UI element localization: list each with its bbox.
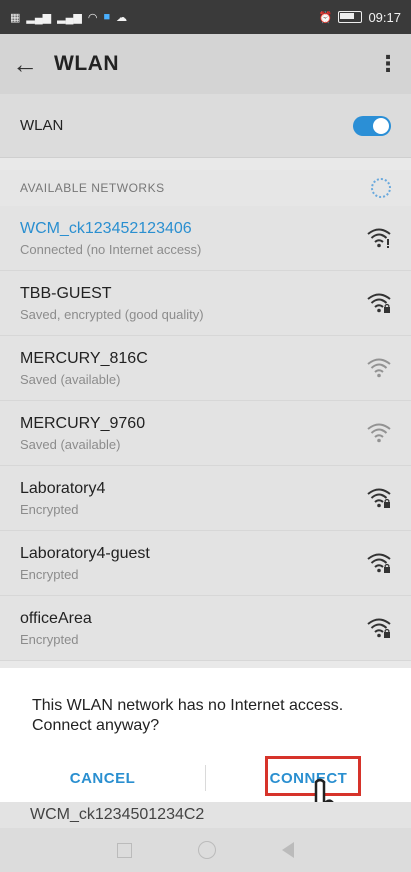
no-internet-dialog: This WLAN network has no Internet access… [0, 668, 411, 845]
section-title: AVAILABLE NETWORKS [20, 181, 165, 195]
wifi-locked-icon [367, 553, 391, 573]
page-title: WLAN [54, 52, 119, 75]
status-icons-right: ⏰ 09:17 [319, 10, 401, 25]
dialog-message: This WLAN network has no Internet access… [32, 697, 344, 734]
wifi-locked-icon [367, 618, 391, 638]
wifi-locked-icon [367, 488, 391, 508]
network-item[interactable]: officeArea Encrypted [0, 596, 411, 661]
network-name: Laboratory4-guest [20, 544, 150, 562]
alarm-icon: ⏰ [318, 11, 333, 24]
network-name: WCM_ck123452123406 [20, 219, 192, 237]
cancel-button[interactable]: CANCEL [0, 770, 205, 787]
network-status: Encrypted [20, 501, 79, 517]
network-item[interactable]: MERCURY_9760 Saved (available) [0, 401, 411, 466]
network-name: officeArea [20, 609, 92, 627]
wifi-icon [367, 423, 391, 443]
network-name: WCM_ck1234501234C2 [30, 806, 205, 823]
available-networks-header: AVAILABLE NETWORKS [0, 170, 411, 206]
home-icon[interactable] [198, 841, 216, 859]
network-status: Encrypted [20, 631, 79, 647]
system-nav-bar [0, 828, 411, 872]
app-bar: ← WLAN ⋮ [0, 34, 411, 94]
wifi-locked-icon [367, 293, 391, 313]
recents-icon[interactable] [117, 842, 132, 858]
network-status: Saved (available) [20, 371, 121, 387]
more-options-icon[interactable]: ⋮ [377, 51, 399, 77]
back-triangle-icon[interactable] [282, 842, 294, 858]
network-item[interactable]: TBB-GUEST Saved, encrypted (good quality… [0, 271, 411, 336]
network-name: Laboratory4 [20, 479, 106, 497]
network-status: Connected (no Internet access) [20, 241, 202, 257]
network-item[interactable]: MERCURY_816C Saved (available) [0, 336, 411, 401]
network-item[interactable]: Laboratory4-guest Encrypted [0, 531, 411, 596]
signal-icon: ▂▄▆ [57, 11, 82, 24]
sim-icon: ▦ [10, 11, 21, 24]
wlan-toggle-switch[interactable] [353, 115, 391, 136]
network-status: Saved, encrypted (good quality) [20, 306, 204, 322]
status-time: 09:17 [368, 9, 401, 25]
network-name: TBB-GUEST [20, 284, 112, 302]
network-status: Encrypted [20, 566, 79, 582]
network-item[interactable]: Laboratory4 Encrypted [0, 466, 411, 531]
partially-hidden-network-item: WCM_ck1234501234C2 [0, 802, 411, 828]
wifi-icon: ◠ [87, 11, 98, 24]
wlan-toggle-row[interactable]: WLAN [0, 94, 411, 158]
network-status: Saved (available) [20, 436, 121, 452]
network-item[interactable]: WCM_ck123452123406 Connected (no Interne… [0, 206, 411, 271]
scanning-spinner-icon [371, 178, 391, 198]
battery-icon [338, 11, 363, 23]
status-bar: ▦ ▂▄▆ ▂▄▆ ◠ ■ ☁ ⏰ 09:17 [0, 0, 411, 34]
network-name: MERCURY_816C [20, 349, 148, 367]
notification-icon: ■ [103, 11, 111, 23]
back-arrow-icon[interactable]: ← [12, 49, 42, 80]
signal-icon: ▂▄▆ [26, 11, 52, 24]
network-name: MERCURY_9760 [20, 414, 146, 432]
wifi-no-internet-icon [367, 228, 391, 248]
cloud-icon: ☁ [116, 11, 128, 24]
status-icons-left: ▦ ▂▄▆ ▂▄▆ ◠ ■ ☁ [10, 11, 127, 24]
wlan-toggle-label: WLAN [20, 117, 64, 134]
wifi-icon [367, 358, 391, 378]
network-list: WCM_ck123452123406 Connected (no Interne… [0, 206, 411, 661]
toggle-knob [373, 117, 389, 134]
